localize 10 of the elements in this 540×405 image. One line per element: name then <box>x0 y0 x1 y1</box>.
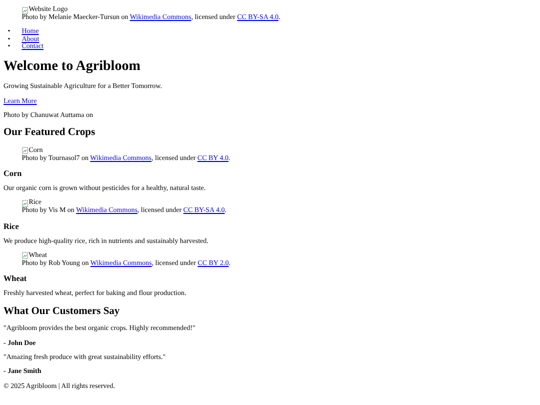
crop-name: Rice <box>4 222 20 231</box>
crop-name: Corn <box>4 169 23 178</box>
section-heading: What Our Customers Say <box>4 306 121 318</box>
broken-image-icon <box>22 6 29 14</box>
section-heading: Our Featured Crops <box>4 127 96 139</box>
broken-image-icon <box>22 147 29 154</box>
crop-name: Wheat <box>4 274 28 284</box>
broken-image-icon <box>22 252 29 260</box>
page-heading: Welcome to Agribloom <box>4 59 142 75</box>
broken-image-icon <box>22 200 29 207</box>
